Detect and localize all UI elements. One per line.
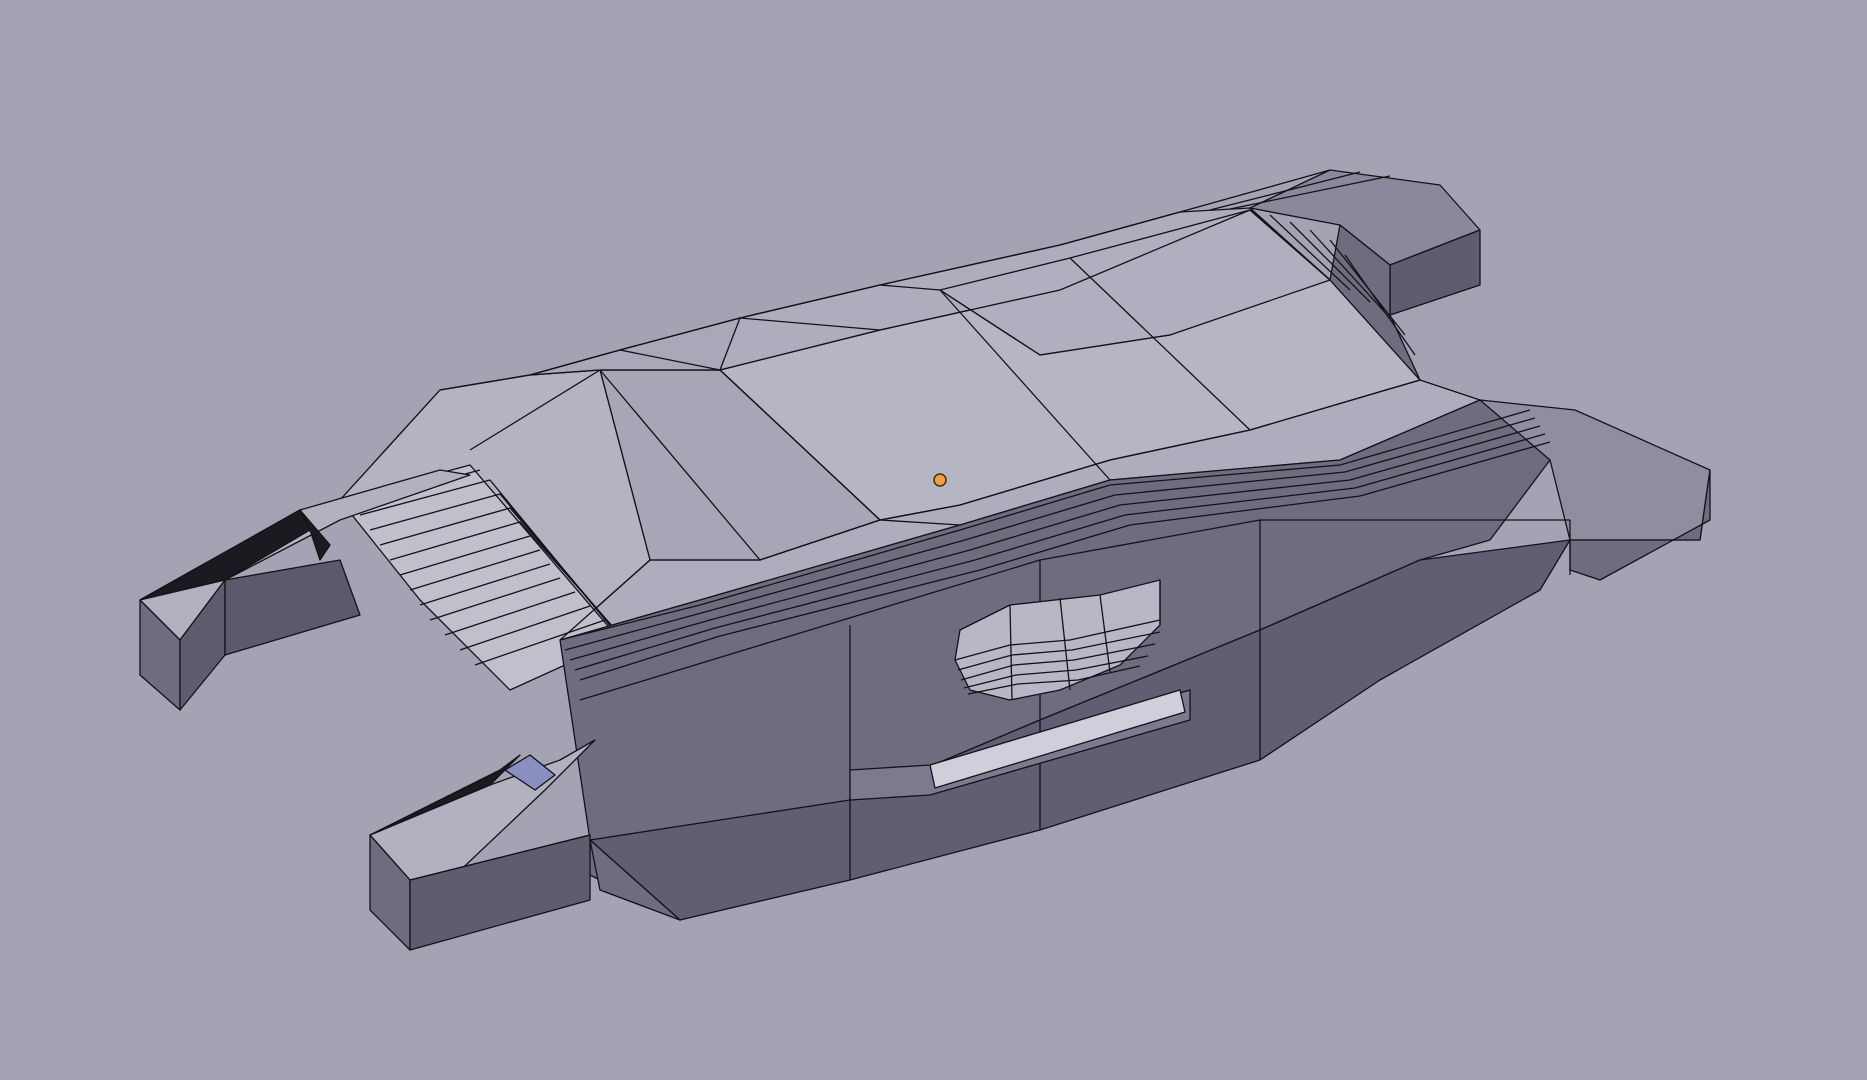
object-origin-marker[interactable] [933,473,947,487]
viewport-canvas[interactable] [0,0,1867,1080]
left-lower-pontoon [369,739,596,951]
3d-viewport[interactable] [0,0,1867,1080]
